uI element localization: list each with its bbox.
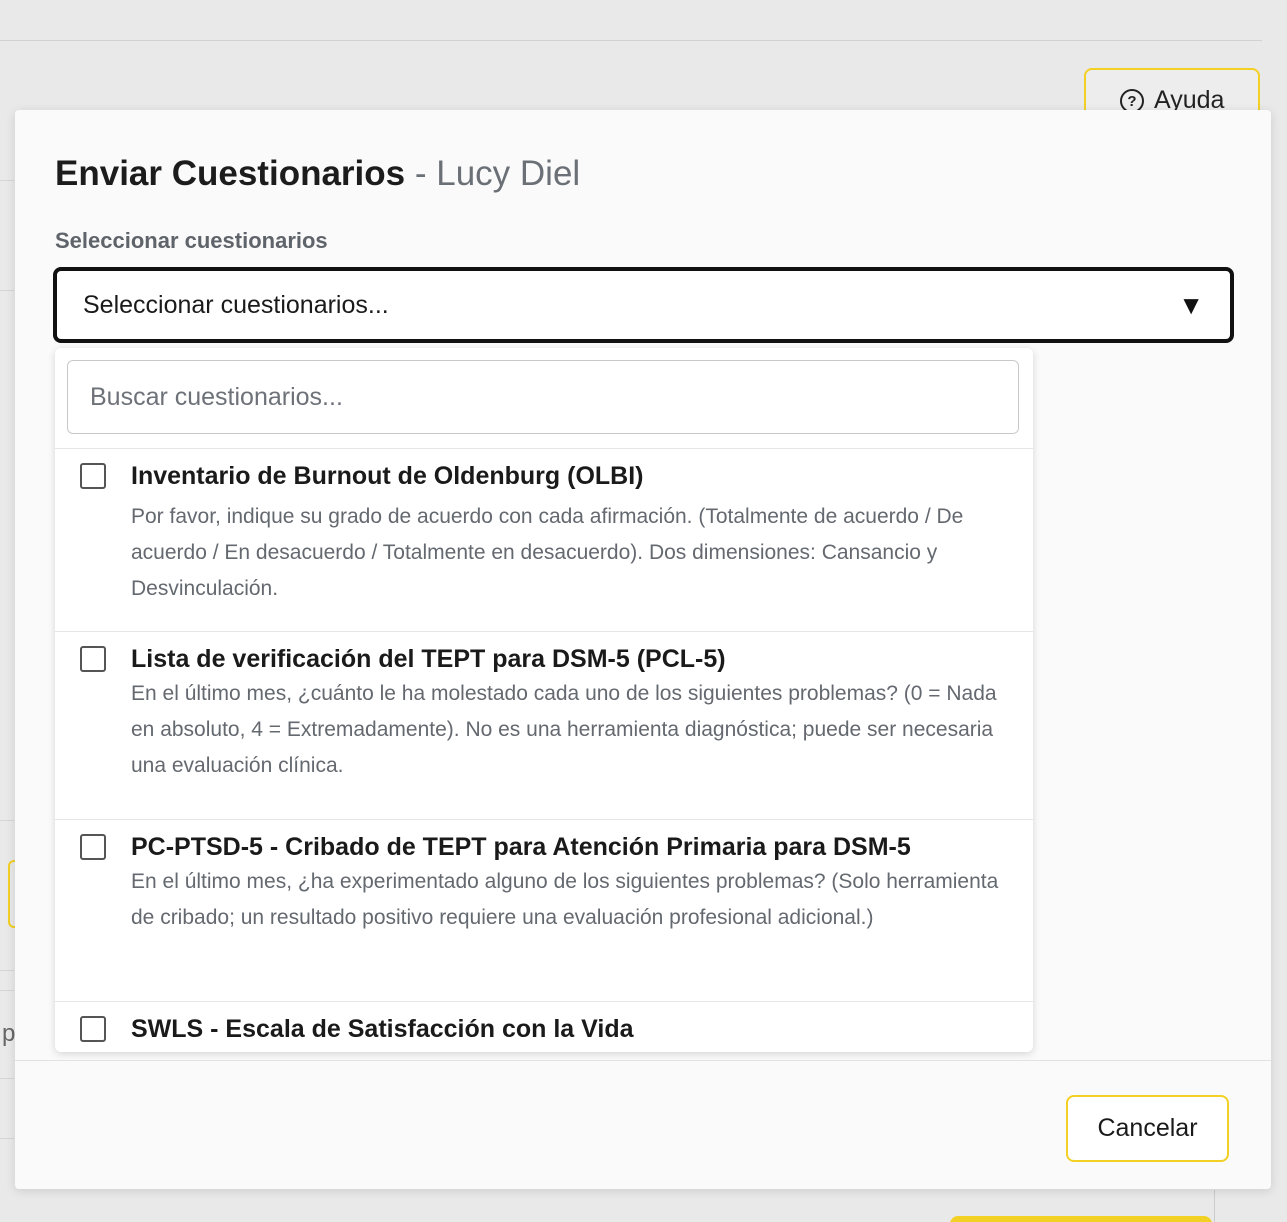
modal-title: Enviar Cuestionarios - Lucy Diel <box>55 154 580 194</box>
background-divider <box>0 990 14 991</box>
background-divider <box>0 40 1262 41</box>
background-divider <box>0 1078 14 1079</box>
questionnaire-option-pc-ptsd-5[interactable]: PC-PTSD-5 - Cribado de TEPT para Atenció… <box>55 819 1033 1001</box>
send-questionnaires-modal: Enviar Cuestionarios - Lucy Diel Selecci… <box>15 110 1271 1189</box>
questionnaire-select-label: Seleccionar cuestionarios <box>55 228 328 253</box>
background-divider <box>0 180 14 181</box>
cancel-button[interactable]: Cancelar <box>1066 1095 1229 1162</box>
background-text-fragment: p <box>2 1020 16 1047</box>
modal-title-text: Enviar Cuestionarios <box>55 154 406 193</box>
option-title: Lista de verificación del TEPT para DSM-… <box>131 645 726 673</box>
background-divider <box>0 290 14 291</box>
option-title: PC-PTSD-5 - Cribado de TEPT para Atenció… <box>131 833 911 861</box>
option-title: SWLS - Escala de Satisfacción con la Vid… <box>131 1015 634 1043</box>
questionnaire-select[interactable]: Seleccionar cuestionarios... ▼ <box>53 267 1234 343</box>
option-checkbox[interactable] <box>80 834 106 860</box>
option-description: En el último mes, ¿ha experimentado algu… <box>131 870 999 929</box>
questionnaire-option-swls[interactable]: SWLS - Escala de Satisfacción con la Vid… <box>55 1001 1033 1052</box>
background-divider <box>1214 1190 1215 1222</box>
background-divider <box>0 1138 14 1139</box>
option-description: En el último mes, ¿cuánto le ha molestad… <box>131 682 997 777</box>
option-checkbox[interactable] <box>80 463 106 489</box>
background-primary-button <box>950 1216 1212 1222</box>
questionnaire-option-list: Inventario de Burnout de Oldenburg (OLBI… <box>55 448 1033 1052</box>
option-title: Inventario de Burnout de Oldenburg (OLBI… <box>131 462 644 490</box>
questionnaire-search-input[interactable] <box>67 360 1019 434</box>
questionnaire-option-olbi[interactable]: Inventario de Burnout de Oldenburg (OLBI… <box>55 448 1033 631</box>
option-description: Por favor, indique su grado de acuerdo c… <box>131 505 964 600</box>
questionnaire-dropdown: Inventario de Burnout de Oldenburg (OLBI… <box>55 348 1033 1052</box>
patient-name: Lucy Diel <box>436 154 581 193</box>
background-divider <box>0 820 14 821</box>
questionnaire-select-value: Seleccionar cuestionarios... <box>83 290 389 319</box>
modal-footer-divider <box>15 1060 1271 1061</box>
modal-title-separator: - <box>414 154 427 193</box>
option-checkbox[interactable] <box>80 646 106 672</box>
option-checkbox[interactable] <box>80 1016 106 1042</box>
questionnaire-option-pcl5[interactable]: Lista de verificación del TEPT para DSM-… <box>55 631 1033 819</box>
background-divider <box>0 970 14 971</box>
triangle-down-icon: ▼ <box>1178 289 1204 320</box>
